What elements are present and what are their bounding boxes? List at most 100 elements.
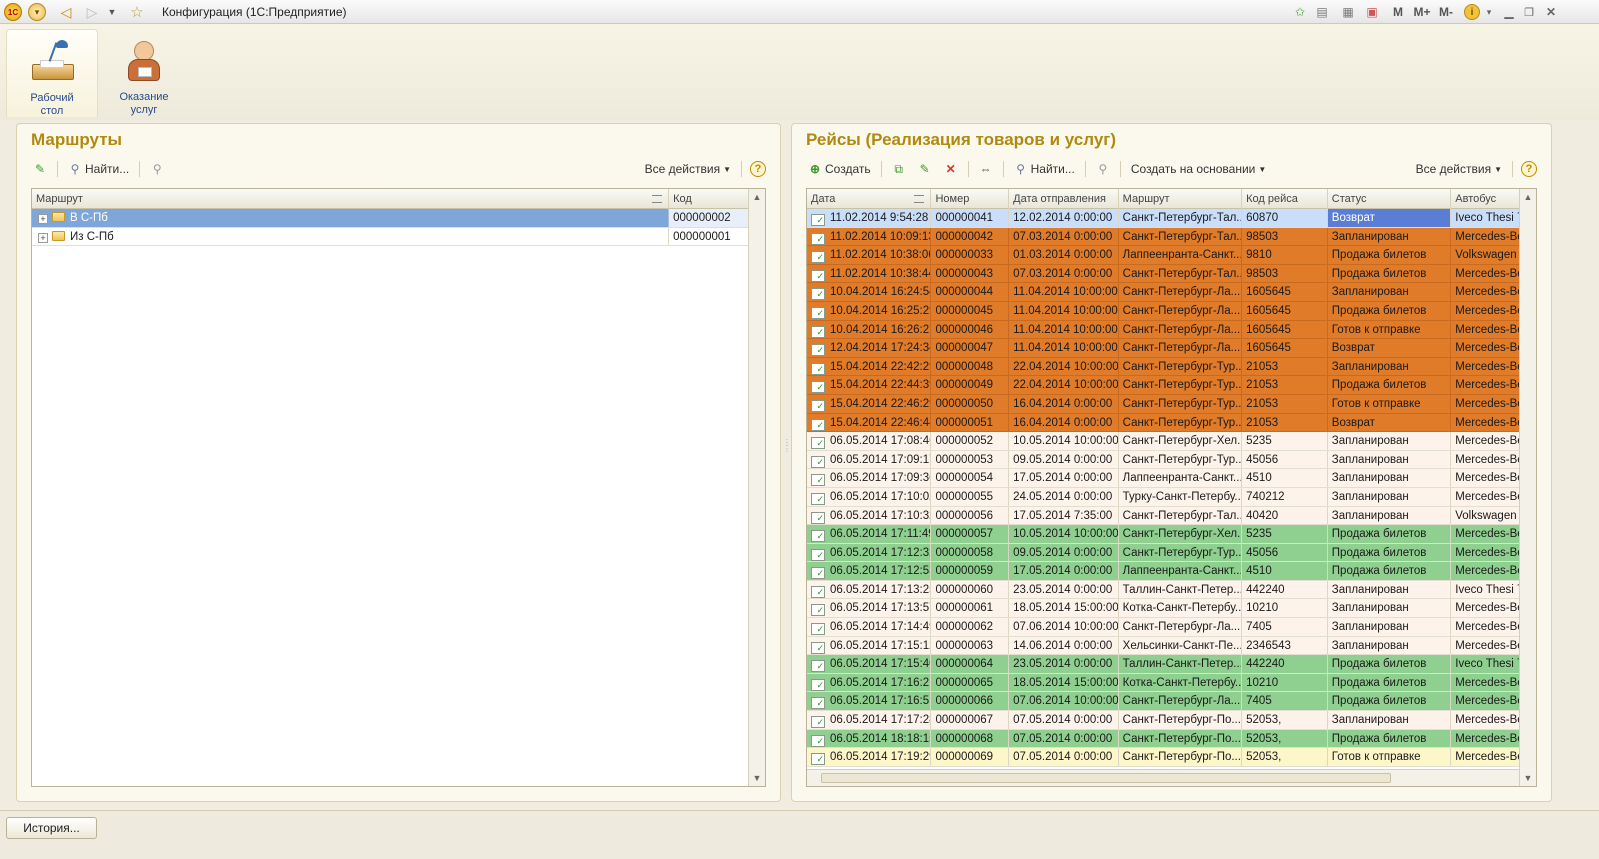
memory-plus-button[interactable]: M+: [1412, 3, 1432, 21]
trip-date: 10.04.2014 16:25:29: [830, 304, 932, 317]
column-code[interactable]: Код: [669, 189, 748, 209]
expand-icon[interactable]: +: [38, 232, 48, 243]
section-desktop[interactable]: Рабочий стол: [6, 29, 98, 117]
table-row[interactable]: ✓ 11.02.2014 10:09:13 000000042 07.03.2014 …: [807, 227, 1519, 247]
table-row[interactable]: ✓ 06.05.2014 17:09:17 000000053 09.05.2014 …: [807, 450, 1519, 470]
forward-arrow-icon[interactable]: ▷: [84, 3, 100, 21]
all-actions-button[interactable]: Все действия ▼: [1414, 159, 1504, 179]
column-route[interactable]: Маршрут: [32, 189, 670, 209]
table-row[interactable]: ✓ 06.05.2014 17:12:53 000000059 17.05.2014 …: [807, 562, 1519, 581]
table-row[interactable]: ✓ 15.04.2014 22:46:44 000000051 16.04.2014 …: [807, 413, 1519, 433]
table-row[interactable]: ✓ 06.05.2014 17:13:57 000000061 18.05.2014 …: [807, 599, 1519, 619]
edit-button[interactable]: ✎: [916, 159, 934, 179]
help-icon[interactable]: ?: [750, 161, 766, 177]
scroll-down-icon[interactable]: ▼: [749, 770, 765, 786]
table-row[interactable]: ✓ 15.04.2014 22:44:39 000000049 22.04.2014 …: [807, 376, 1519, 395]
table-row[interactable]: + Из С-Пб 000000001: [32, 227, 748, 247]
create-button[interactable]: ⊕ Создать: [806, 159, 873, 179]
table-row[interactable]: ✓ 15.04.2014 22:42:29 000000048 22.04.2014 …: [807, 357, 1519, 377]
help-icon[interactable]: ?: [1521, 161, 1537, 177]
table-row[interactable]: ✓ 06.05.2014 17:13:25 000000060 23.05.2014 …: [807, 580, 1519, 600]
column-number[interactable]: Номер: [931, 189, 1010, 209]
table-row[interactable]: ✓ 15.04.2014 22:46:29 000000050 16.04.2014 …: [807, 394, 1519, 414]
table-row[interactable]: ✓ 06.05.2014 17:11:49 000000057 10.05.2014 …: [807, 525, 1519, 544]
column-date[interactable]: Дата: [807, 189, 932, 209]
table-row[interactable]: ✓ 10.04.2014 16:24:54 000000044 11.04.2014 …: [807, 283, 1519, 302]
post-button[interactable]: ⇔: [977, 159, 995, 179]
find-button[interactable]: ⚲ Найти...: [1012, 159, 1077, 179]
table-row[interactable]: ✓ 11.02.2014 9:54:28 000000041 12.02.2014 0…: [807, 209, 1519, 228]
column-trip-code[interactable]: Код рейса: [1242, 189, 1328, 209]
add-favorite-icon[interactable]: ✩: [1292, 3, 1308, 21]
table-row[interactable]: ✓ 11.02.2014 10:38:44 000000043 07.03.2014 …: [807, 264, 1519, 284]
table-row[interactable]: ✓ 06.05.2014 17:08:46 000000052 10.05.2014 …: [807, 432, 1519, 451]
table-row[interactable]: ✓ 12.04.2014 17:24:34 000000047 11.04.2014 …: [807, 339, 1519, 358]
favorites-star-icon[interactable]: ☆: [128, 3, 146, 21]
cancel-search-button[interactable]: ⚲: [1094, 159, 1112, 179]
scroll-up-icon[interactable]: ▲: [1520, 189, 1536, 205]
column-status[interactable]: Статус: [1328, 189, 1452, 209]
trip-bus: Mercedes-Ber: [1455, 435, 1519, 448]
vertical-scrollbar[interactable]: ▲ ▼: [748, 189, 765, 786]
table-row[interactable]: ✓ 06.05.2014 17:09:36 000000054 17.05.2014 …: [807, 469, 1519, 488]
trip-number: 000000043: [931, 264, 1010, 283]
trip-route: Санкт-Петербург-Ла...: [1119, 618, 1243, 636]
vertical-scrollbar[interactable]: ▲ ▼: [1519, 189, 1536, 786]
close-icon[interactable]: ✕: [1544, 3, 1558, 21]
memory-button[interactable]: M: [1390, 3, 1406, 21]
dropdown-icon: ▼: [723, 164, 731, 174]
trip-status: Продажа билетов: [1328, 655, 1452, 673]
info-dropdown-icon[interactable]: ▾: [1484, 3, 1494, 21]
history-button[interactable]: История...: [6, 817, 97, 839]
all-actions-button[interactable]: Все действия ▼: [643, 159, 733, 179]
back-arrow-icon[interactable]: ◁: [58, 3, 74, 21]
table-row[interactable]: ✓ 06.05.2014 17:14:49 000000062 07.06.2014 …: [807, 618, 1519, 637]
expand-icon[interactable]: +: [38, 214, 48, 224]
trip-date: 11.02.2014 9:54:28: [830, 212, 929, 224]
trip-departure: 11.04.2014 10:00:00: [1009, 320, 1119, 339]
table-row[interactable]: ✓ 06.05.2014 17:16:51 000000066 07.06.2014 …: [807, 692, 1519, 712]
column-bus[interactable]: Автобус: [1451, 189, 1519, 209]
cancel-search-button[interactable]: ⚲: [148, 159, 166, 179]
table-row[interactable]: ✓ 06.05.2014 17:19:29 000000069 07.05.2014 …: [807, 748, 1519, 767]
delete-mark-button[interactable]: ✕: [942, 159, 960, 179]
table-row[interactable]: ✓ 06.05.2014 17:17:28 000000067 07.05.2014 …: [807, 711, 1519, 730]
column-departure-date[interactable]: Дата отправления: [1009, 189, 1119, 209]
trip-code: 21053: [1242, 357, 1328, 376]
link-icon[interactable]: ▤: [1314, 3, 1330, 21]
1c-logo-icon[interactable]: 1С: [4, 3, 22, 21]
table-row[interactable]: ✓ 10.04.2014 16:26:27 000000046 11.04.2014 …: [807, 320, 1519, 340]
copy-button[interactable]: ⧉: [890, 159, 908, 179]
minimize-icon[interactable]: ▁: [1502, 3, 1516, 21]
scroll-down-icon[interactable]: ▼: [1520, 770, 1536, 786]
calendar-icon[interactable]: ▣: [1364, 3, 1380, 21]
table-row[interactable]: ✓ 06.05.2014 17:15:40 000000064 23.05.2014 …: [807, 655, 1519, 674]
table-row[interactable]: ✓ 06.05.2014 17:16:21 000000065 18.05.2014 …: [807, 673, 1519, 693]
column-route[interactable]: Маршрут: [1119, 189, 1243, 209]
trip-departure: 07.06.2014 10:00:00: [1009, 692, 1119, 711]
table-row[interactable]: ✓ 06.05.2014 18:18:15 000000068 07.05.2014 …: [807, 729, 1519, 749]
restore-icon[interactable]: ❐: [1522, 3, 1536, 21]
trip-code: 52053,: [1242, 711, 1328, 729]
info-icon[interactable]: i: [1464, 4, 1480, 20]
table-row[interactable]: ✓ 06.05.2014 17:15:12 000000063 14.06.2014 …: [807, 636, 1519, 656]
find-button[interactable]: ⚲ Найти...: [66, 159, 131, 179]
table-row[interactable]: ✓ 11.02.2014 10:38:06 000000033 01.03.2014 …: [807, 246, 1519, 265]
table-row[interactable]: + В С-Пб 000000002: [32, 209, 748, 228]
trip-date: 10.04.2014 16:24:54: [830, 286, 932, 299]
scroll-up-icon[interactable]: ▲: [749, 189, 765, 205]
table-row[interactable]: ✓ 06.05.2014 17:10:02 000000055 24.05.2014 …: [807, 487, 1519, 507]
calculator-icon[interactable]: ▦: [1340, 3, 1356, 21]
main-menu-icon[interactable]: ▾: [28, 3, 46, 21]
memory-minus-button[interactable]: M-: [1436, 3, 1456, 21]
horizontal-scrollbar[interactable]: [807, 769, 1519, 786]
table-row[interactable]: ✓ 10.04.2014 16:25:29 000000045 11.04.2014 …: [807, 301, 1519, 321]
create-based-on-button[interactable]: Создать на основании ▼: [1129, 159, 1268, 179]
panel-splitter[interactable]: ⋮ ⋮: [783, 439, 791, 470]
scroll-thumb[interactable]: [821, 773, 1391, 783]
history-dropdown-icon[interactable]: ▼: [106, 3, 118, 21]
table-row[interactable]: ✓ 06.05.2014 17:12:32 000000058 09.05.2014 …: [807, 543, 1519, 563]
table-row[interactable]: ✓ 06.05.2014 17:10:32 000000056 17.05.2014 …: [807, 506, 1519, 526]
section-services[interactable]: Оказание услуг: [98, 29, 190, 117]
edit-button[interactable]: ✎: [31, 159, 49, 179]
